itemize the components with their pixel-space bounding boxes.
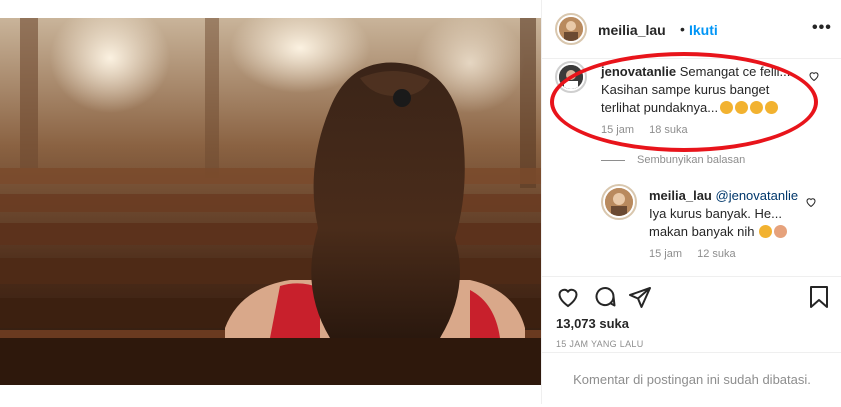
reply-line-2: makan banyak nih [649,224,755,239]
hide-replies-link[interactable]: Sembunyikan balasan [637,154,745,166]
post-photo[interactable] [0,18,541,385]
reply-time: 15 jam [649,248,683,260]
commenter-avatar-image [559,65,583,89]
post-side-panel: meilia_lau • Ikuti ••• jenovatanlie Sema… [541,0,841,404]
heart-eyes-emoji [720,101,734,114]
comments-limited-notice: Komentar di postingan ini sudah dibatasi… [542,352,841,405]
reply-avatar[interactable] [605,188,633,216]
comment-meta: 15 jam 18 suka [601,124,688,136]
post-header: meilia_lau • Ikuti ••• [542,0,841,59]
header-separator: • [680,21,685,37]
comment-time: 15 jam [601,124,635,136]
comment-line-2: Kasihan sampe kurus banget [601,82,770,97]
raising-hand-emoji [773,225,787,238]
like-heart-icon[interactable] [556,285,580,309]
like-count[interactable]: 13,073 suka [556,316,629,331]
author-avatar[interactable] [559,17,583,41]
heart-eyes-emoji [735,101,749,114]
heart-eyes-emoji [765,101,779,114]
reply-line-1: Iya kurus banyak. He... [649,206,782,221]
commenter-avatar[interactable] [559,65,583,89]
reply-avatar-image [605,188,633,216]
comment-like-heart-icon[interactable] [808,70,820,82]
comment-line-3: terlihat pundaknya... [601,100,719,115]
heart-eyes-emoji [750,101,764,114]
replies-divider [601,160,625,161]
comment-likes[interactable]: 18 suka [649,124,688,136]
reply-mention[interactable]: @jenovatanlie [716,188,799,203]
smile-emoji [758,225,772,238]
comment-body: jenovatanlie Semangat ce felli... Kasiha… [601,63,811,117]
reply-body: meilia_lau @jenovatanlie Iya kurus banya… [649,187,809,241]
comment-line-1: Semangat ce felli... [679,64,791,79]
save-bookmark-icon[interactable] [808,285,830,309]
avatar-image [559,17,583,41]
comment-bubble-icon[interactable] [593,285,617,309]
post-photo-art [0,18,541,385]
reply-meta: 15 jam 12 suka [649,248,736,260]
commenter-username[interactable]: jenovatanlie [601,64,676,79]
follow-button[interactable]: Ikuti [689,22,718,38]
author-username[interactable]: meilia_lau [598,22,666,38]
more-options-icon[interactable]: ••• [812,19,832,37]
post-time-ago[interactable]: 15 JAM YANG LALU [556,339,644,349]
reply-username[interactable]: meilia_lau [649,188,712,203]
reply-likes[interactable]: 12 suka [697,248,736,260]
action-bar-divider [542,276,841,277]
share-paper-plane-icon[interactable] [628,285,652,309]
reply-like-heart-icon[interactable] [805,196,817,208]
